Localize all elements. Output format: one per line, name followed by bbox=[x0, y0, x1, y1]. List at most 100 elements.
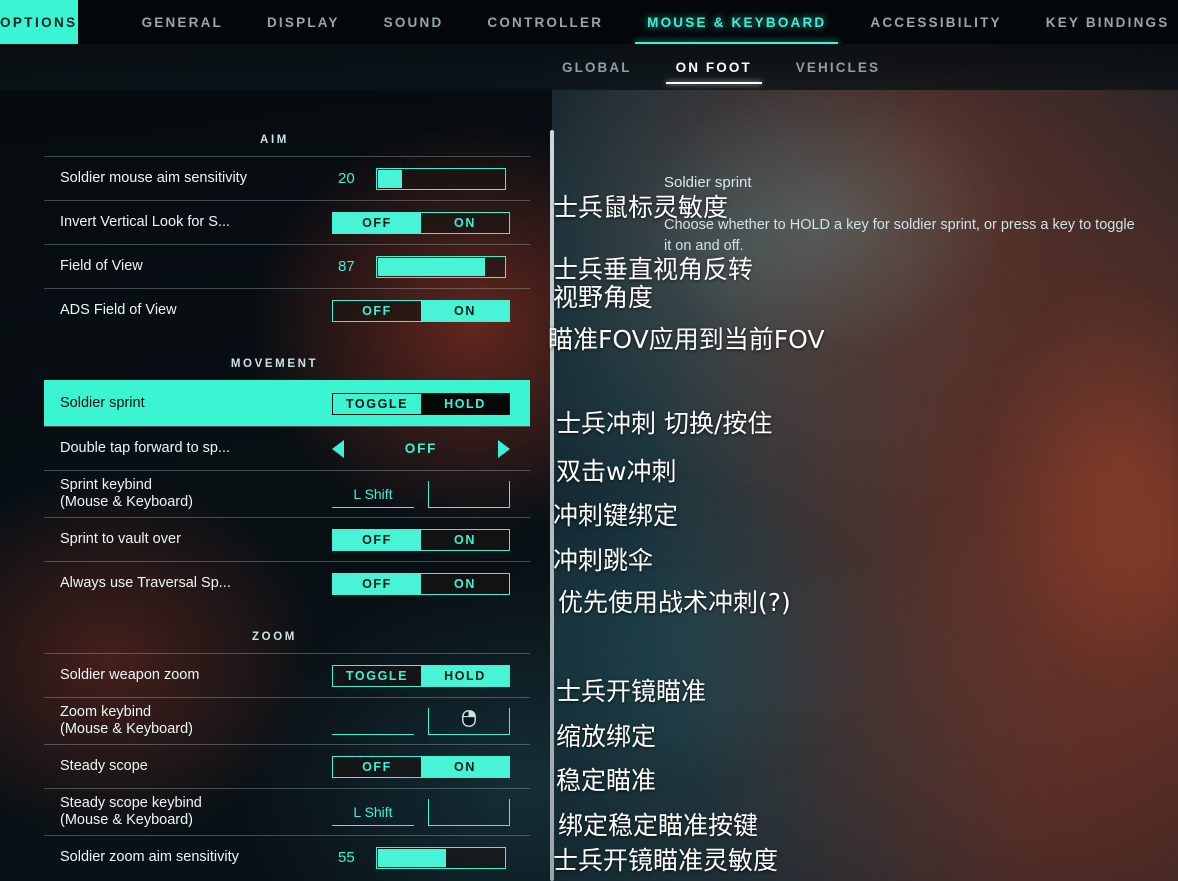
segment-option-on[interactable]: ON bbox=[421, 300, 509, 321]
segmented-toggle[interactable]: OFF ON bbox=[332, 572, 510, 595]
setting-control[interactable]: 55 bbox=[332, 846, 530, 869]
segment-option-on[interactable]: ON bbox=[421, 529, 509, 550]
chevron-left-icon[interactable] bbox=[332, 439, 344, 458]
segment-option-on[interactable]: ON bbox=[421, 212, 509, 233]
setting-control[interactable]: TOGGLE HOLD bbox=[332, 392, 530, 415]
setting-label: Field of View bbox=[60, 257, 143, 274]
annotation-text: 士兵鼠标灵敏度 bbox=[553, 193, 729, 222]
slider-track[interactable] bbox=[376, 846, 506, 869]
setting-row-soldier-sprint[interactable]: Soldier sprint TOGGLE HOLD bbox=[44, 380, 530, 426]
top-tab-key-bindings[interactable]: KEY BINDINGS bbox=[1024, 0, 1178, 44]
top-tab-display[interactable]: DISPLAY bbox=[245, 0, 362, 44]
annotation-text: 冲刺跳伞 bbox=[553, 546, 654, 575]
segment-option-hold[interactable]: HOLD bbox=[421, 393, 509, 414]
segment-option-off[interactable]: OFF bbox=[333, 529, 421, 550]
setting-control[interactable]: OFF ON bbox=[332, 211, 530, 234]
setting-label: Soldier mouse aim sensitivity bbox=[60, 169, 247, 186]
slider-value: 20 bbox=[338, 170, 355, 187]
sub-tab-list: GLOBAL ON FOOT VEHICLES bbox=[540, 44, 902, 90]
setting-label: Sprint to vault over bbox=[60, 530, 181, 547]
setting-control[interactable]: OFF ON bbox=[332, 528, 530, 551]
setting-row-invert-vertical-look-for-s[interactable]: Invert Vertical Look for S... OFF ON bbox=[44, 200, 530, 244]
setting-control[interactable]: L Shift bbox=[332, 480, 530, 508]
segmented-toggle[interactable]: OFF ON bbox=[332, 755, 510, 778]
segment-option-on[interactable]: ON bbox=[421, 573, 509, 594]
annotation-text: 绑定稳定瞄准按键 bbox=[558, 811, 759, 840]
annotation-text: 士兵冲刺 切换/按住 bbox=[556, 409, 773, 438]
setting-row-soldier-zoom-aim-sensitivity[interactable]: Soldier zoom aim sensitivity 55 bbox=[44, 835, 530, 879]
segment-option-off[interactable]: OFF bbox=[333, 212, 421, 233]
keybind-primary[interactable] bbox=[332, 708, 414, 735]
setting-row-sprint-keybind[interactable]: Sprint keybind (Mouse & Keyboard) L Shift bbox=[44, 470, 530, 517]
keybind-slots[interactable]: L Shift bbox=[332, 798, 522, 826]
setting-control[interactable]: L Shift bbox=[332, 798, 530, 826]
setting-row-double-tap-forward-to-sp[interactable]: Double tap forward to sp... OFF bbox=[44, 426, 530, 470]
setting-control[interactable]: 87 bbox=[332, 255, 530, 278]
sub-tab-vehicles[interactable]: VEHICLES bbox=[774, 44, 902, 90]
sub-tab-global[interactable]: GLOBAL bbox=[540, 44, 654, 90]
top-tab-sound[interactable]: SOUND bbox=[362, 0, 466, 44]
annotation-text: 稳定瞄准 bbox=[556, 766, 657, 795]
top-tab-general[interactable]: GENERAL bbox=[120, 0, 245, 44]
top-tab-list: GENERAL DISPLAY SOUND CONTROLLER MOUSE & KEY… bbox=[78, 0, 1178, 44]
options-screen: OPTIONS GENERAL DISPLAY SOUND CONTROLLER MOU… bbox=[0, 0, 1178, 881]
segment-option-off[interactable]: OFF bbox=[333, 300, 421, 321]
segment-option-on[interactable]: ON bbox=[421, 756, 509, 777]
section-header-aim: AIM bbox=[260, 134, 289, 146]
keybind-secondary[interactable] bbox=[428, 480, 510, 508]
setting-control[interactable]: TOGGLE HOLD bbox=[332, 664, 530, 687]
setting-control[interactable]: OFF ON bbox=[332, 299, 530, 322]
setting-control[interactable]: OFF bbox=[332, 439, 530, 458]
segmented-toggle[interactable]: TOGGLE HOLD bbox=[332, 664, 510, 687]
segmented-toggle[interactable]: TOGGLE HOLD bbox=[332, 392, 510, 415]
setting-row-ads-field-of-view[interactable]: ADS Field of View OFF ON bbox=[44, 288, 530, 332]
top-tab-controller[interactable]: CONTROLLER bbox=[465, 0, 625, 44]
keybind-primary[interactable]: L Shift bbox=[332, 481, 414, 508]
setting-label: Soldier sprint bbox=[60, 394, 145, 411]
segment-option-toggle[interactable]: TOGGLE bbox=[333, 665, 421, 686]
slider-track[interactable] bbox=[376, 255, 506, 278]
slider-track[interactable] bbox=[376, 167, 506, 190]
keybind-secondary[interactable] bbox=[428, 798, 510, 826]
setting-control[interactable]: 20 bbox=[332, 167, 530, 190]
segmented-toggle[interactable]: OFF ON bbox=[332, 528, 510, 551]
setting-label: Soldier zoom aim sensitivity bbox=[60, 848, 239, 865]
keybind-primary-label: L Shift bbox=[353, 486, 393, 502]
keybind-primary-label: L Shift bbox=[353, 804, 393, 820]
segmented-toggle[interactable]: OFF ON bbox=[332, 299, 510, 322]
keybind-secondary[interactable] bbox=[428, 707, 510, 735]
segment-option-off[interactable]: OFF bbox=[333, 756, 421, 777]
sub-tab-on-foot[interactable]: ON FOOT bbox=[654, 44, 774, 90]
segment-option-hold[interactable]: HOLD bbox=[421, 665, 509, 686]
section-header-zoom: ZOOM bbox=[252, 631, 297, 643]
value-stepper[interactable]: OFF bbox=[332, 439, 510, 458]
annotation-text: 缩放绑定 bbox=[556, 722, 657, 751]
slider-fill bbox=[378, 257, 485, 276]
setting-label: ADS Field of View bbox=[60, 301, 177, 318]
chevron-right-icon[interactable] bbox=[498, 439, 510, 458]
segmented-toggle[interactable]: OFF ON bbox=[332, 211, 510, 234]
keybind-slots[interactable]: L Shift bbox=[332, 480, 522, 508]
setting-row-field-of-view[interactable]: Field of View 87 bbox=[44, 244, 530, 288]
setting-row-soldier-weapon-zoom[interactable]: Soldier weapon zoom TOGGLE HOLD bbox=[44, 653, 530, 697]
setting-row-steady-scope[interactable]: Steady scope OFF ON bbox=[44, 744, 530, 788]
setting-row-always-use-traversal-sp[interactable]: Always use Traversal Sp... OFF ON bbox=[44, 561, 530, 605]
setting-row-sprint-to-vault-over[interactable]: Sprint to vault over OFF ON bbox=[44, 517, 530, 561]
setting-row-zoom-keybind[interactable]: Zoom keybind (Mouse & Keyboard) bbox=[44, 697, 530, 744]
segment-option-toggle[interactable]: TOGGLE bbox=[333, 393, 421, 414]
setting-control[interactable]: OFF ON bbox=[332, 755, 530, 778]
keybind-primary[interactable]: L Shift bbox=[332, 799, 414, 826]
mouse-button-icon bbox=[462, 709, 476, 732]
setting-row-soldier-mouse-aim-sensitivity[interactable]: Soldier mouse aim sensitivity 20 bbox=[44, 156, 530, 200]
stepper-value: OFF bbox=[404, 441, 438, 456]
segment-option-off[interactable]: OFF bbox=[333, 573, 421, 594]
setting-control[interactable] bbox=[332, 707, 530, 735]
annotation-text: 双击w冲刺 bbox=[556, 457, 677, 486]
top-tab-mouse-keyboard[interactable]: MOUSE & KEYBOARD bbox=[625, 0, 848, 44]
setting-label: Steady scope keybind (Mouse & Keyboard) bbox=[60, 794, 202, 828]
setting-row-steady-scope-keybind[interactable]: Steady scope keybind (Mouse & Keyboard) L… bbox=[44, 788, 530, 835]
setting-control[interactable]: OFF ON bbox=[332, 572, 530, 595]
keybind-slots[interactable] bbox=[332, 707, 522, 735]
top-tab-accessibility[interactable]: ACCESSIBILITY bbox=[848, 0, 1023, 44]
